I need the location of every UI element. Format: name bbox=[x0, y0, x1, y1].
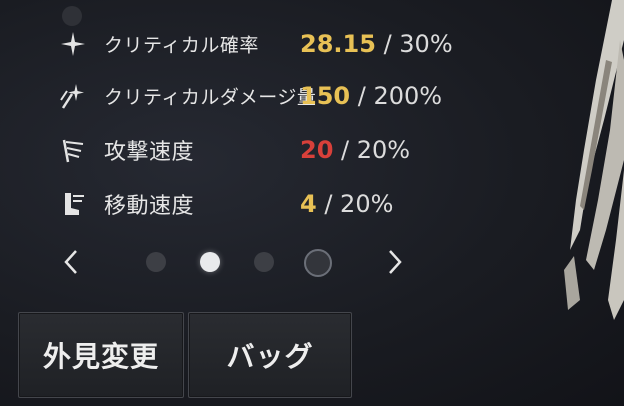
stat-label: クリティカルダメージ量 bbox=[104, 86, 317, 109]
next-page-button[interactable] bbox=[380, 244, 410, 280]
stat-value: 20 / 20% bbox=[300, 136, 411, 164]
chevron-right-icon bbox=[389, 250, 402, 274]
appearance-change-button[interactable]: 外見変更 bbox=[18, 312, 184, 398]
page-dot-3[interactable] bbox=[254, 252, 274, 272]
stat-row-move-speed: 移動速度 4 / 20% bbox=[58, 184, 393, 224]
stat-label: 攻撃速度 bbox=[104, 140, 195, 165]
prev-page-button[interactable] bbox=[56, 244, 86, 280]
chevron-left-icon bbox=[64, 250, 77, 274]
stat-row-critical-damage: クリティカルダメージ量 150 / 200% bbox=[58, 76, 442, 116]
stat-label: 移動速度 bbox=[104, 194, 195, 219]
critical-damage-icon bbox=[58, 81, 88, 111]
page-dot-2[interactable] bbox=[200, 252, 220, 272]
attack-speed-icon bbox=[58, 135, 88, 165]
stat-row-critical-rate: クリティカル確率 28.15 / 30% bbox=[58, 24, 453, 64]
faded-top-row-icon bbox=[62, 6, 82, 26]
character-stats-panel: クリティカル確率 28.15 / 30% クリティカルダメージ量 150 / 2… bbox=[0, 0, 624, 406]
stat-value: 28.15 / 30% bbox=[300, 30, 453, 58]
page-dot-1[interactable] bbox=[146, 252, 166, 272]
page-dot-4[interactable] bbox=[304, 249, 332, 277]
character-art bbox=[564, 0, 624, 320]
stat-value: 150 / 200% bbox=[300, 82, 443, 110]
sparkle-icon bbox=[58, 29, 88, 59]
stat-label: クリティカル確率 bbox=[104, 34, 259, 57]
bag-button[interactable]: バッグ bbox=[188, 312, 352, 398]
move-speed-icon bbox=[58, 189, 88, 219]
stat-value: 4 / 20% bbox=[300, 190, 394, 218]
stat-row-attack-speed: 攻撃速度 20 / 20% bbox=[58, 130, 410, 170]
